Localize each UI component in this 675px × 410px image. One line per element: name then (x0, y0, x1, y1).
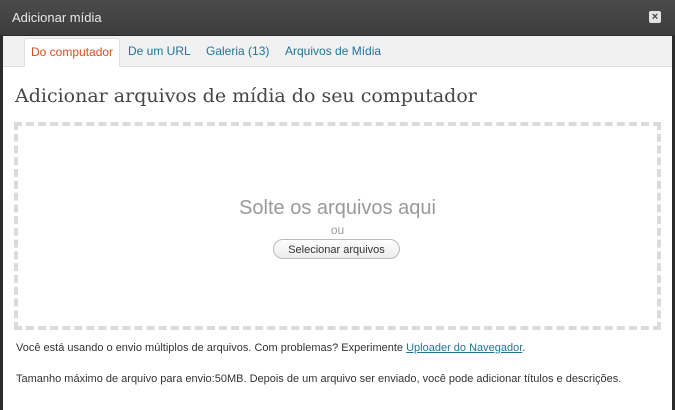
browser-uploader-link[interactable]: Uploader do Navegador (406, 342, 522, 354)
tab-arquivos-de-midia[interactable]: Arquivos de Mídia (285, 44, 381, 58)
select-files-button[interactable]: Selecionar arquivos (273, 239, 400, 259)
page-title: Adicionar arquivos de mídia do seu compu… (15, 85, 477, 107)
upload-info-message: Você está usando o envio múltiplos de ar… (16, 342, 407, 354)
tab-bar: Do computador De um URL Galeria (13) Arq… (3, 36, 672, 67)
tab-do-computador[interactable]: Do computador (24, 38, 121, 67)
dialog-titlebar: Adicionar mídia × (0, 0, 675, 36)
drop-zone-or-text: ou (330, 223, 345, 237)
upload-info-suffix: . (522, 342, 526, 354)
tab-galeria[interactable]: Galeria (13) (206, 44, 269, 58)
upload-info-text: Você está usando o envio múltiplos de ar… (16, 342, 525, 354)
drop-zone-title: Solte os arquivos aqui (239, 197, 436, 219)
close-button[interactable]: × (649, 11, 661, 23)
close-icon[interactable]: × (652, 11, 658, 23)
drop-zone[interactable]: Solte os arquivos aqui ou Selecionar arq… (14, 122, 661, 330)
tab-de-um-url[interactable]: De um URL (128, 44, 191, 58)
max-size-info: Tamanho máximo de arquivo para envio:50M… (16, 373, 622, 385)
dialog-content: Do computador De um URL Galeria (13) Arq… (3, 36, 672, 410)
dialog-title: Adicionar mídia (12, 10, 102, 25)
